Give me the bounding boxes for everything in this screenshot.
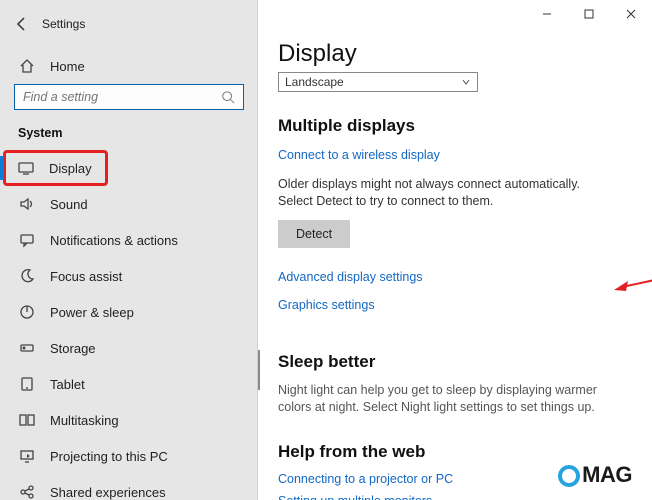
dropdown-value: Landscape xyxy=(285,75,344,89)
monitor-icon xyxy=(17,159,35,177)
sidebar-item-label: Storage xyxy=(50,341,96,356)
detect-button[interactable]: Detect xyxy=(278,220,350,248)
back-button[interactable] xyxy=(8,10,36,38)
sidebar-item-shared[interactable]: Shared experiences xyxy=(0,474,258,500)
sidebar-item-projecting[interactable]: Projecting to this PC xyxy=(0,438,258,474)
logo-text: MAG xyxy=(582,462,632,488)
sidebar-item-label: Power & sleep xyxy=(50,305,134,320)
speaker-icon xyxy=(18,195,36,213)
storage-icon xyxy=(18,339,36,357)
sidebar-item-sound[interactable]: Sound xyxy=(0,186,258,222)
sidebar-item-label: Tablet xyxy=(50,377,85,392)
tablet-icon xyxy=(18,375,36,393)
chevron-down-icon xyxy=(461,77,471,87)
help-heading: Help from the web xyxy=(278,442,636,462)
search-icon xyxy=(221,90,235,104)
graphics-settings-link[interactable]: Graphics settings xyxy=(278,298,636,312)
moon-icon xyxy=(18,267,36,285)
sidebar-item-storage[interactable]: Storage xyxy=(0,330,258,366)
sidebar-item-notifications[interactable]: Notifications & actions xyxy=(0,222,258,258)
message-icon xyxy=(18,231,36,249)
sidebar-item-label: Sound xyxy=(50,197,88,212)
home-icon xyxy=(18,57,36,75)
selection-indicator xyxy=(0,156,4,180)
orientation-dropdown[interactable]: Landscape xyxy=(278,72,478,92)
sidebar-item-label: Home xyxy=(50,59,85,74)
search-field[interactable] xyxy=(23,90,221,104)
multitask-icon xyxy=(18,411,36,429)
window-title: Settings xyxy=(42,17,85,31)
sidebar-item-power[interactable]: Power & sleep xyxy=(0,294,258,330)
sleep-better-heading: Sleep better xyxy=(278,352,636,372)
sidebar-item-label: Display xyxy=(49,161,92,176)
help-link-monitors[interactable]: Setting up multiple monitors xyxy=(278,494,636,500)
sidebar-item-label: Projecting to this PC xyxy=(50,449,168,464)
sidebar-item-tablet[interactable]: Tablet xyxy=(0,366,258,402)
detect-hint-text: Older displays might not always connect … xyxy=(278,176,618,210)
brand-logo: MAG xyxy=(558,462,632,488)
sleep-better-desc: Night light can help you get to sleep by… xyxy=(278,382,618,416)
sidebar-item-label: Multitasking xyxy=(50,413,119,428)
wireless-display-link[interactable]: Connect to a wireless display xyxy=(278,148,636,162)
sidebar-item-label: Focus assist xyxy=(50,269,122,284)
search-input[interactable] xyxy=(14,84,244,110)
power-icon xyxy=(18,303,36,321)
close-button[interactable] xyxy=(610,0,652,28)
sidebar-item-multitasking[interactable]: Multitasking xyxy=(0,402,258,438)
logo-ring-icon xyxy=(558,465,580,487)
page-title: Display xyxy=(278,40,636,68)
advanced-display-link[interactable]: Advanced display settings xyxy=(278,270,636,284)
sidebar-item-display[interactable]: Display xyxy=(3,150,108,186)
main-content: Display Landscape Multiple displays Conn… xyxy=(258,0,652,500)
minimize-button[interactable] xyxy=(526,0,568,28)
share-icon xyxy=(18,483,36,500)
sidebar-section-header: System xyxy=(0,122,258,150)
sidebar-item-home[interactable]: Home xyxy=(0,48,258,84)
multiple-displays-heading: Multiple displays xyxy=(278,116,636,136)
settings-sidebar: Settings Home System xyxy=(0,0,258,500)
sidebar-item-focus[interactable]: Focus assist xyxy=(0,258,258,294)
sidebar-item-label: Shared experiences xyxy=(50,485,166,500)
project-icon xyxy=(18,447,36,465)
maximize-button[interactable] xyxy=(568,0,610,28)
sidebar-item-label: Notifications & actions xyxy=(50,233,178,248)
